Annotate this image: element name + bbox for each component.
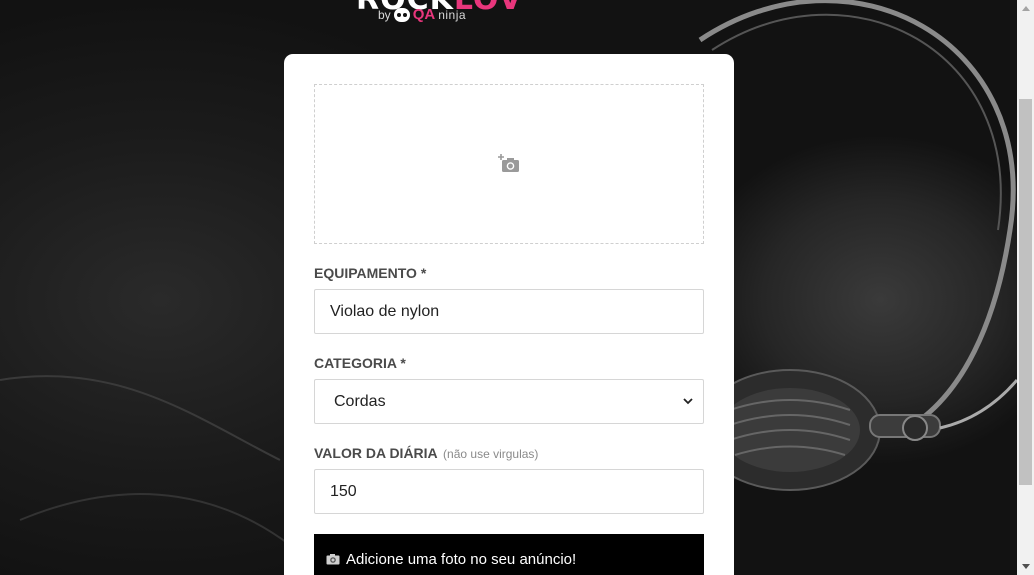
- equipment-label: EQUIPAMENTO *: [314, 265, 427, 281]
- category-select[interactable]: Cordas: [314, 379, 704, 424]
- equipment-form-card: EQUIPAMENTO * CATEGORIA * Cordas VALOR D…: [284, 54, 734, 575]
- scroll-down-arrow[interactable]: [1017, 558, 1034, 575]
- price-label: VALOR DA DIÁRIA (não use virgulas): [314, 445, 538, 461]
- category-selected-value: Cordas: [334, 392, 386, 410]
- photo-upload-area[interactable]: [314, 84, 704, 244]
- logo-ninja-text: ninja: [438, 7, 467, 22]
- add-photo-button[interactable]: Adicione uma foto no seu anúncio!: [314, 534, 704, 575]
- scroll-up-arrow[interactable]: [1017, 0, 1034, 17]
- scrollbar[interactable]: [1017, 0, 1034, 575]
- add-photo-button-label: Adicione uma foto no seu anúncio!: [346, 550, 577, 568]
- logo-qa-text: QA: [412, 6, 436, 23]
- site-logo[interactable]: ROCKLOV by QA ninja: [356, 0, 656, 24]
- scrollbar-thumb[interactable]: [1019, 99, 1032, 485]
- add-photo-icon: [498, 154, 519, 172]
- price-hint: (não use virgulas): [443, 447, 539, 461]
- logo-by-text: by: [378, 7, 391, 22]
- equipment-input[interactable]: [314, 289, 704, 334]
- logo-byline: by QA ninja: [378, 6, 466, 23]
- ninja-icon: [393, 7, 410, 22]
- price-input[interactable]: [314, 469, 704, 514]
- price-label-text: VALOR DA DIÁRIA: [314, 445, 438, 461]
- camera-icon: [326, 554, 340, 565]
- chevron-down-icon: [683, 398, 693, 405]
- category-label: CATEGORIA *: [314, 355, 406, 371]
